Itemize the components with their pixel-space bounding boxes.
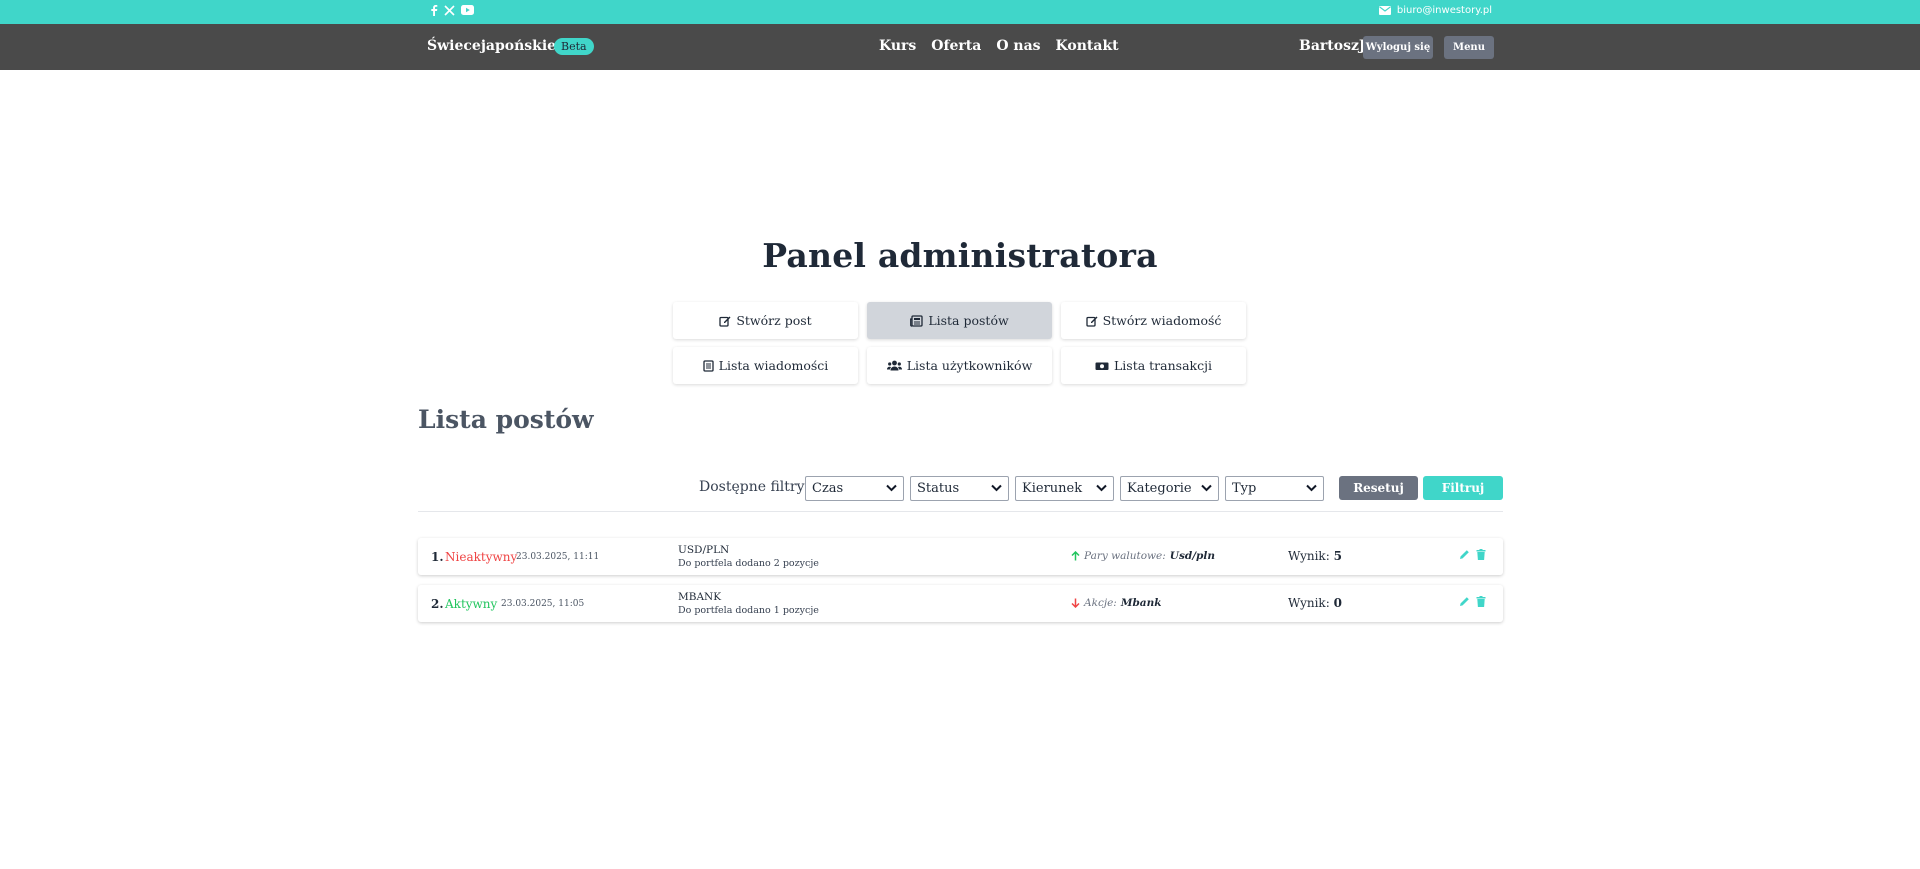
- select-value: Kierunek: [1022, 481, 1083, 496]
- tile-post-list[interactable]: Lista postów: [867, 302, 1052, 339]
- tile-label: Lista użytkowników: [906, 358, 1033, 373]
- contact-email[interactable]: biuro@inwestory.pl: [1378, 5, 1492, 16]
- document-list-icon: [703, 359, 714, 372]
- category-label: Pary walutowe:: [1084, 550, 1166, 562]
- post-actions: [1459, 549, 1486, 560]
- post-asset: MBANK: [678, 591, 722, 603]
- x-icon[interactable]: [444, 4, 455, 16]
- nav-link-kontakt[interactable]: Kontakt: [1056, 38, 1119, 54]
- chevron-down-icon: [991, 484, 1002, 492]
- score-label: Wynik:: [1288, 596, 1330, 610]
- filter-select-categories[interactable]: Kategorie: [1120, 476, 1219, 501]
- post-actions: [1459, 596, 1486, 607]
- tile-message-list[interactable]: Lista wiadomości: [673, 347, 858, 384]
- pencil-icon[interactable]: [1459, 596, 1470, 607]
- chevron-down-icon: [886, 484, 897, 492]
- post-score: Wynik: 5: [1288, 549, 1342, 563]
- tile-label: Stwórz wiadomość: [1102, 313, 1222, 328]
- score-value: 0: [1333, 596, 1342, 610]
- select-value: Status: [917, 481, 960, 496]
- arrow-down-icon: [1071, 598, 1080, 608]
- post-status: Aktywny: [445, 597, 498, 611]
- social-links: [430, 4, 474, 16]
- section-title: Lista postów: [418, 405, 594, 434]
- email-text: biuro@inwestory.pl: [1396, 5, 1492, 16]
- filter-select-status[interactable]: Status: [910, 476, 1009, 501]
- arrow-up-icon: [1071, 551, 1080, 561]
- youtube-icon[interactable]: [461, 5, 474, 15]
- facebook-icon[interactable]: [430, 4, 438, 16]
- post-date: 23.03.2025, 11:11: [516, 552, 600, 562]
- category-label: Akcje:: [1084, 597, 1117, 609]
- post-score: Wynik: 0: [1288, 596, 1342, 610]
- post-category: Akcje: Mbank: [1071, 597, 1162, 609]
- tile-label: Lista postów: [928, 313, 1009, 328]
- envelope-icon: [1378, 6, 1391, 15]
- category-value: Mbank: [1120, 597, 1162, 609]
- post-row[interactable]: 2. Aktywny 23.03.2025, 11:05 MBANK Do po…: [418, 585, 1503, 622]
- pencil-icon[interactable]: [1459, 549, 1470, 560]
- tile-create-message[interactable]: Stwórz wiadomość: [1061, 302, 1246, 339]
- post-row[interactable]: 1. Nieaktywny 23.03.2025, 11:11 USD/PLN …: [418, 538, 1503, 575]
- select-value: Kategorie: [1127, 481, 1192, 496]
- edit-square-icon: [1085, 316, 1098, 327]
- tile-create-post[interactable]: Stwórz post: [673, 302, 858, 339]
- post-number: 2.: [431, 597, 444, 611]
- page-title: Panel administratora: [762, 236, 1158, 275]
- users-icon: [886, 360, 902, 371]
- post-number: 1.: [431, 550, 444, 564]
- newspaper-icon: [910, 314, 923, 327]
- filters-label: Dostępne filtry:: [699, 479, 810, 495]
- trash-icon[interactable]: [1476, 596, 1486, 607]
- chevron-down-icon: [1201, 484, 1212, 492]
- filter-button[interactable]: Filtruj: [1423, 476, 1503, 500]
- score-label: Wynik:: [1288, 549, 1330, 563]
- tile-label: Stwórz post: [736, 313, 812, 328]
- category-value: Usd/pln: [1169, 550, 1216, 562]
- post-category: Pary walutowe: Usd/pln: [1071, 550, 1215, 562]
- tile-user-list[interactable]: Lista użytkowników: [867, 347, 1052, 384]
- money-bill-icon: [1095, 362, 1109, 370]
- main-navbar: Świecejapońskie.pl Beta Kurs Oferta O na…: [0, 24, 1920, 70]
- chevron-down-icon: [1096, 484, 1107, 492]
- post-description: Do portfela dodano 2 pozycje: [678, 558, 819, 569]
- post-asset: USD/PLN: [678, 544, 730, 556]
- divider: [418, 511, 1503, 512]
- score-value: 5: [1333, 549, 1342, 563]
- reset-button[interactable]: Resetuj: [1339, 476, 1418, 500]
- post-date: 23.03.2025, 11:05: [501, 599, 585, 609]
- username[interactable]: BartoszJ: [1299, 38, 1366, 54]
- filter-select-time[interactable]: Czas: [805, 476, 904, 501]
- select-value: Czas: [812, 481, 844, 496]
- post-description: Do portfela dodano 1 pozycje: [678, 605, 819, 616]
- menu-button[interactable]: Menu: [1444, 36, 1494, 59]
- edit-square-icon: [719, 316, 731, 327]
- trash-icon[interactable]: [1476, 549, 1486, 560]
- filter-select-direction[interactable]: Kierunek: [1015, 476, 1114, 501]
- tile-label: Lista wiadomości: [718, 358, 829, 373]
- filter-select-type[interactable]: Typ: [1225, 476, 1324, 501]
- nav-link-o-nas[interactable]: O nas: [996, 38, 1040, 54]
- select-value: Typ: [1232, 481, 1257, 496]
- nav-links: Kurs Oferta O nas Kontakt: [879, 38, 1119, 54]
- post-status: Nieaktywny: [445, 550, 518, 564]
- nav-link-oferta[interactable]: Oferta: [931, 38, 981, 54]
- tile-transaction-list[interactable]: Lista transakcji: [1061, 347, 1246, 384]
- tile-label: Lista transakcji: [1114, 358, 1212, 373]
- chevron-down-icon: [1306, 484, 1317, 492]
- top-bar: biuro@inwestory.pl: [0, 0, 1920, 24]
- nav-link-kurs[interactable]: Kurs: [879, 38, 916, 54]
- logout-button[interactable]: Wyloguj się: [1363, 36, 1433, 59]
- beta-badge: Beta: [554, 38, 594, 55]
